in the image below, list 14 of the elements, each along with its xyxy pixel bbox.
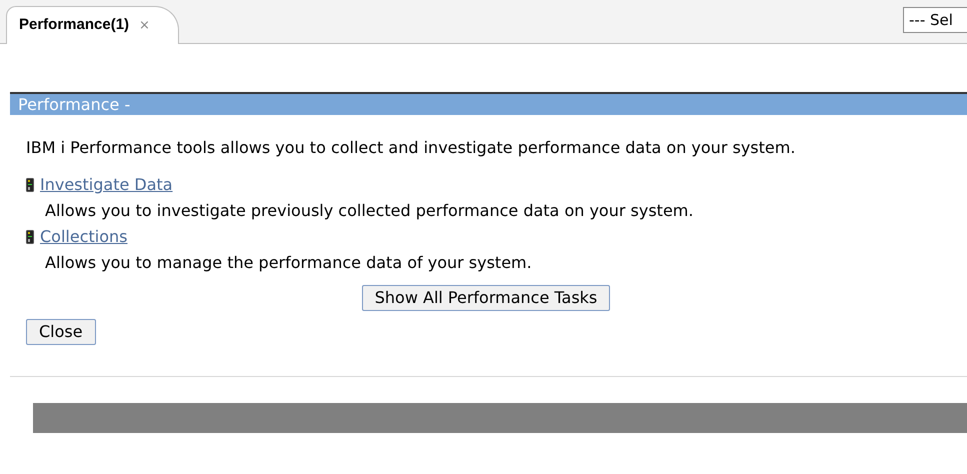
close-icon[interactable]: × — [139, 16, 150, 36]
task-description: Allows you to manage the performance data of your system. — [44, 252, 533, 274]
task-link[interactable]: Investigate Data — [40, 173, 173, 197]
panel-header: Performance - — [10, 92, 967, 115]
tower-icon — [26, 230, 34, 244]
intro-text: IBM i Performance tools allows you to collect and investigate performance data on your system. — [26, 137, 796, 159]
task-description: Allows you to investigate previously collected performance data on your system. — [44, 200, 694, 222]
tower-icon — [26, 178, 34, 192]
close-button[interactable]: Close — [26, 319, 96, 345]
select-field[interactable]: --- Sel — [903, 7, 967, 33]
show-all-button[interactable]: Show All Performance Tasks — [362, 285, 610, 311]
tab-label: Performance(1) — [19, 15, 130, 36]
task-link[interactable]: Collections — [40, 225, 128, 249]
tab[interactable]: Performance(1) × — [6, 6, 179, 44]
